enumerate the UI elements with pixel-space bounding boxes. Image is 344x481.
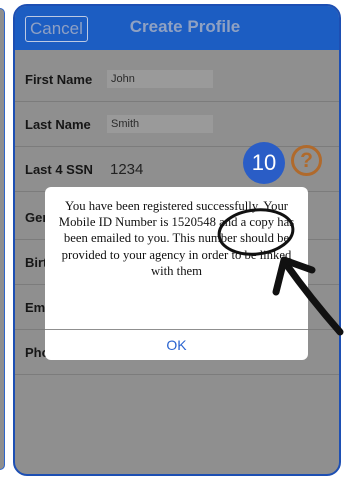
navigation-bar: Cancel Create Profile — [15, 6, 339, 50]
last-name-label: Last Name — [25, 117, 91, 132]
step-number-badge: 10 — [243, 142, 285, 184]
ok-button[interactable]: OK — [45, 330, 308, 360]
registration-alert-dialog: You have been registered successfully. Y… — [45, 187, 308, 360]
last-name-row: Last Name Smith — [15, 102, 339, 147]
first-name-field[interactable]: John — [107, 70, 213, 88]
adjacent-screen-edge — [0, 8, 5, 470]
first-name-label: First Name — [25, 72, 93, 87]
left-edge — [0, 0, 10, 481]
question-mark-icon[interactable]: ? — [291, 145, 322, 176]
last-name-field[interactable]: Smith — [107, 115, 213, 133]
ssn-label: Last 4 SSN — [25, 162, 93, 177]
dialog-message: You have been registered successfully. Y… — [58, 199, 295, 278]
ssn-row: Last 4 SSN 1234 — [15, 147, 339, 192]
email-label: Em — [25, 300, 46, 315]
ssn-field[interactable]: 1234 — [110, 147, 143, 192]
page-title: Create Profile — [129, 17, 241, 36]
first-name-row: First Name John — [15, 57, 339, 102]
